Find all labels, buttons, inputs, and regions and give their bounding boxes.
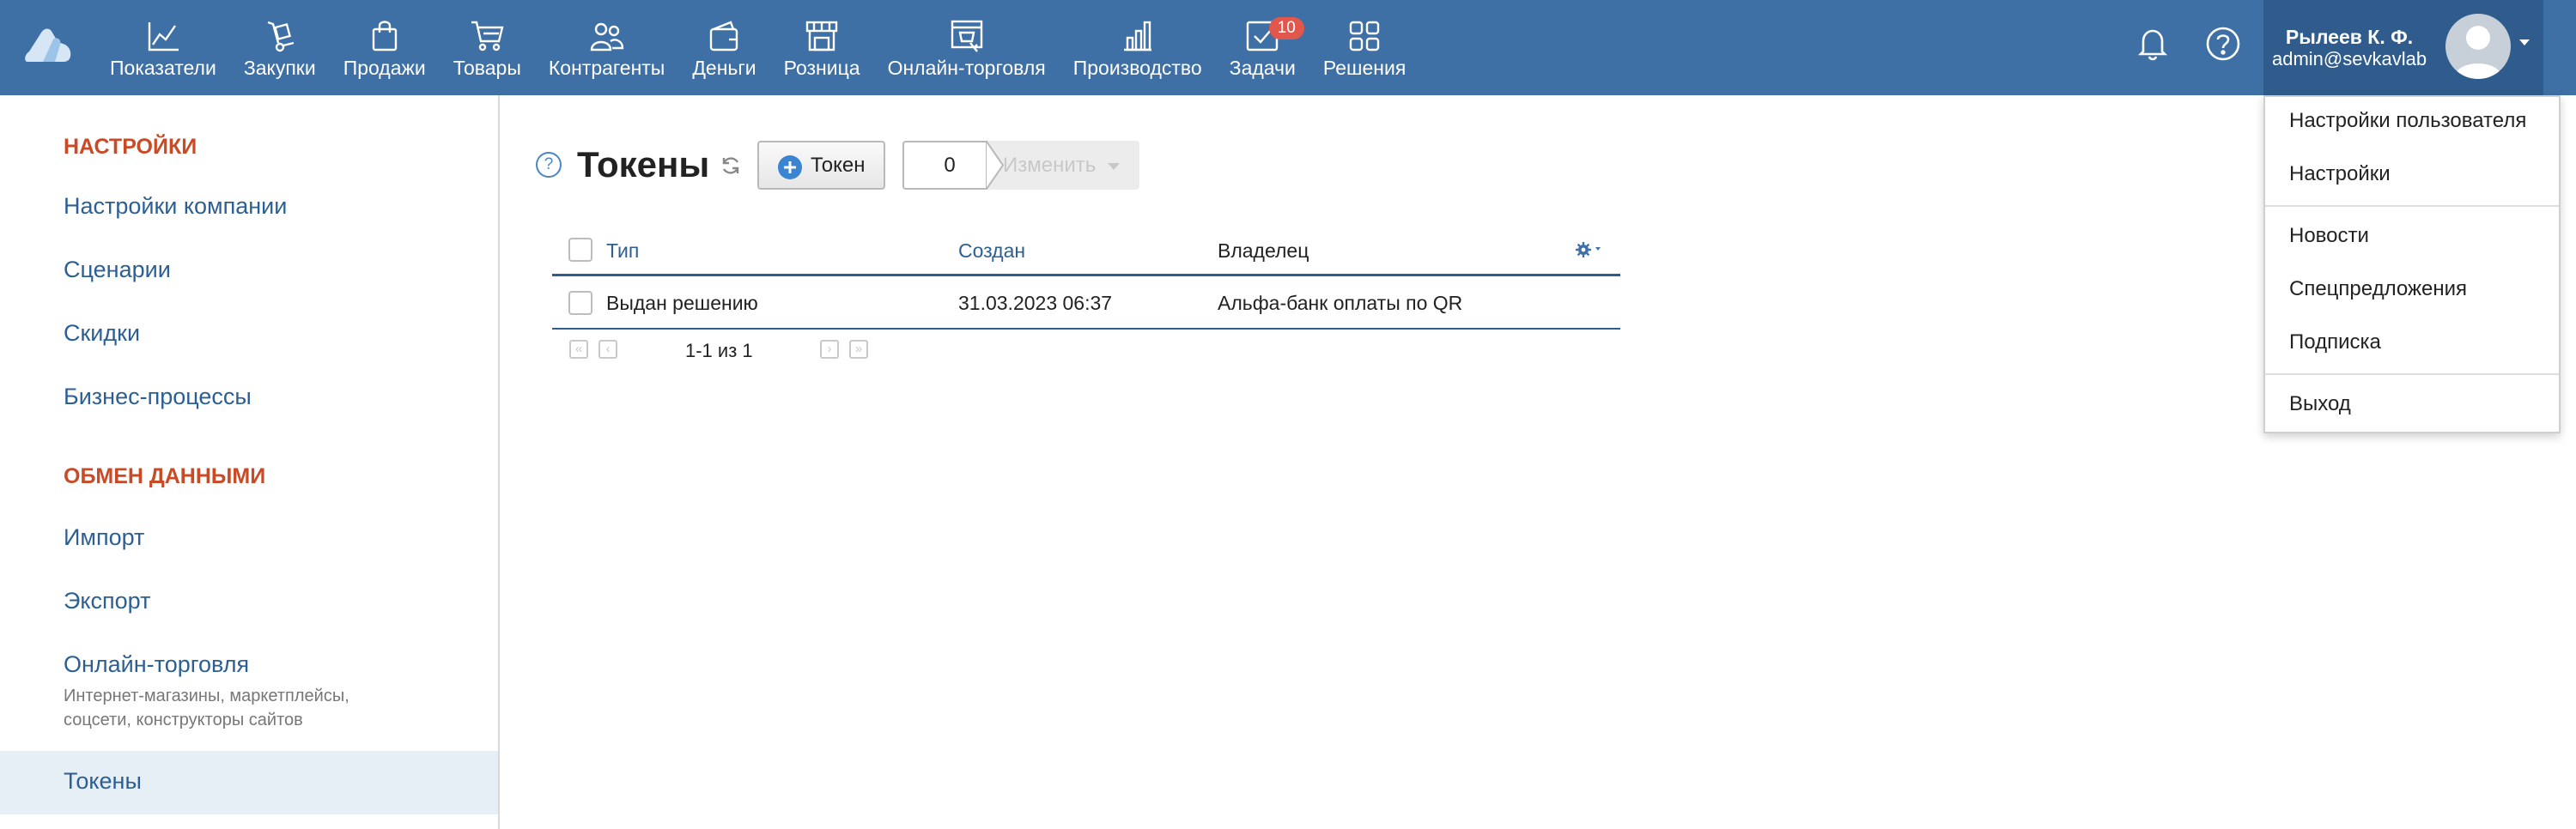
cell-owner: Альфа-банк оплаты по QR <box>1218 292 1462 315</box>
change-button[interactable]: Изменить <box>987 141 1139 190</box>
menu-item-logout[interactable]: Выход <box>2289 392 2351 416</box>
gear-icon[interactable] <box>1574 240 1607 259</box>
online-store-icon <box>948 17 986 55</box>
nav-item-label: Товары <box>453 57 521 80</box>
column-header-created[interactable]: Создан <box>958 239 1025 263</box>
sidebar-heading-settings: НАСТРОЙКИ <box>64 135 197 160</box>
prev-page-icon[interactable]: ‹ <box>598 340 617 359</box>
cell-type: Выдан решению <box>606 292 758 315</box>
sidebar-item-export[interactable]: Экспорт <box>64 588 150 614</box>
first-page-icon[interactable]: « <box>569 340 588 359</box>
chevron-down-icon[interactable] <box>2519 39 2530 45</box>
sidebar-heading-data-exchange: ОБМЕН ДАННЫМИ <box>64 464 265 489</box>
table-header-row: Тип Создан Владелец <box>552 225 1620 276</box>
tasks-count-badge: 10 <box>1269 17 1304 39</box>
add-token-label: Токен <box>811 154 866 178</box>
nav-item-tasks[interactable]: Задачи 10 <box>1216 0 1309 95</box>
plus-circle-icon <box>778 155 802 179</box>
nav-item-label: Закупки <box>244 57 316 80</box>
page-title: Токены <box>577 144 709 185</box>
row-checkbox[interactable] <box>568 291 592 315</box>
menu-item-subscription[interactable]: Подписка <box>2289 330 2381 354</box>
nav-item-label: Показатели <box>110 57 216 80</box>
table-row[interactable]: Выдан решению 31.03.2023 06:37 Альфа-бан… <box>552 276 1620 330</box>
menu-item-news[interactable]: Новости <box>2289 224 2369 248</box>
column-header-type[interactable]: Тип <box>606 239 639 263</box>
sidebar-item-subtitle: соцсети, конструкторы сайтов <box>64 708 303 732</box>
menu-item-settings[interactable]: Настройки <box>2289 162 2391 186</box>
chart-icon <box>144 17 182 55</box>
nav-item-label: Онлайн-торговля <box>888 57 1046 80</box>
factory-icon <box>1119 17 1157 55</box>
nav-item-purchases[interactable]: Закупки <box>230 0 330 95</box>
pagination: « ‹ 1-1 из 1 › » <box>552 330 1620 374</box>
people-icon <box>588 17 626 55</box>
page-help-icon[interactable]: ? <box>536 152 562 178</box>
nav-item-label: Деньги <box>692 57 756 80</box>
nav-item-label: Задачи <box>1230 57 1296 80</box>
user-menu-toggle[interactable]: Рылеев К. Ф. admin@sevkavlab <box>2263 0 2543 95</box>
column-header-owner: Владелец <box>1218 239 1309 263</box>
select-all-checkbox[interactable] <box>568 238 592 262</box>
cell-created: 31.03.2023 06:37 <box>958 292 1112 315</box>
menu-divider <box>2265 373 2559 375</box>
nav-item-label: Решения <box>1323 57 1406 80</box>
avatar[interactable] <box>2445 14 2511 79</box>
menu-item-user-settings[interactable]: Настройки пользователя <box>2289 109 2526 133</box>
nav-item-money[interactable]: Деньги <box>678 0 769 95</box>
apps-grid-icon <box>1346 17 1383 55</box>
sidebar-item-scenarios[interactable]: Сценарии <box>64 257 171 283</box>
wallet-icon <box>705 17 743 55</box>
store-icon <box>803 17 841 55</box>
tokens-table: Тип Создан Владелец Выдан решению 31.03.… <box>552 225 1620 374</box>
sidebar-item-discounts[interactable]: Скидки <box>64 320 140 347</box>
top-navigation-bar: Показатели Закупки Продажи Товары Контра… <box>0 0 2576 95</box>
hand-truck-icon <box>261 17 299 55</box>
add-token-button[interactable]: Токен <box>757 141 885 190</box>
settings-sidebar: НАСТРОЙКИ Настройки компании Сценарии Ск… <box>0 95 500 829</box>
nav-item-label: Производство <box>1073 57 1202 80</box>
selected-count: 0 <box>902 141 995 190</box>
sidebar-item-company-settings[interactable]: Настройки компании <box>64 193 287 220</box>
user-dropdown-menu: Настройки пользователя Настройки Новости… <box>2263 95 2561 433</box>
shopping-bag-icon <box>366 17 404 55</box>
nav-item-goods[interactable]: Товары <box>440 0 535 95</box>
cart-icon <box>468 17 506 55</box>
nav-item-solutions[interactable]: Решения <box>1309 0 1419 95</box>
menu-divider <box>2265 205 2559 207</box>
nav-item-sales[interactable]: Продажи <box>330 0 440 95</box>
last-page-icon[interactable]: » <box>849 340 868 359</box>
sidebar-item-import[interactable]: Импорт <box>64 524 144 551</box>
next-page-icon[interactable]: › <box>820 340 839 359</box>
bell-icon[interactable] <box>2133 24 2172 64</box>
nav-item-label: Контрагенты <box>549 57 665 80</box>
nav-item-counterparties[interactable]: Контрагенты <box>535 0 678 95</box>
nav-item-retail[interactable]: Розница <box>770 0 874 95</box>
pagination-text: 1-1 из 1 <box>685 340 753 362</box>
user-name: Рылеев К. Ф. <box>2272 26 2427 49</box>
user-email: admin@sevkavlab <box>2272 48 2427 70</box>
nav-item-indicators[interactable]: Показатели <box>96 0 230 95</box>
menu-item-special-offers[interactable]: Спецпредложения <box>2289 277 2467 301</box>
sidebar-item-subtitle: Интернет-магазины, маркетплейсы, <box>64 684 349 708</box>
nav-item-label: Продажи <box>343 57 426 80</box>
counter-arrow-overlay <box>987 141 1005 190</box>
nav-item-online-trade[interactable]: Онлайн-торговля <box>874 0 1060 95</box>
user-silhouette-icon <box>2445 14 2511 79</box>
help-icon[interactable] <box>2203 24 2243 64</box>
sidebar-item-business-processes[interactable]: Бизнес-процессы <box>64 384 252 410</box>
nav-item-production[interactable]: Производство <box>1060 0 1216 95</box>
sidebar-item-online-trade[interactable]: Онлайн-торговля <box>64 651 249 678</box>
sidebar-item-tokens[interactable]: Токены <box>64 768 142 795</box>
chevron-down-icon <box>1108 163 1120 170</box>
refresh-icon[interactable] <box>720 154 742 177</box>
change-button-label: Изменить <box>1003 154 1096 178</box>
logo-icon[interactable] <box>24 26 72 64</box>
main-nav: Показатели Закупки Продажи Товары Контра… <box>96 0 1419 95</box>
nav-item-label: Розница <box>784 57 860 80</box>
